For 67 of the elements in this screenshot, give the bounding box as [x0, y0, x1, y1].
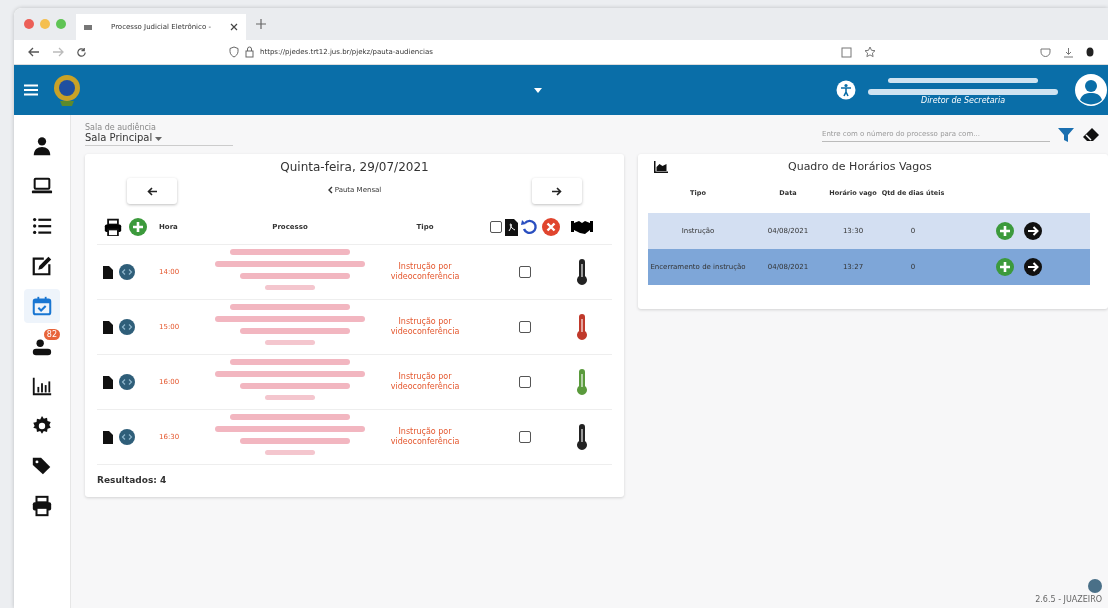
menu-icon[interactable]: [24, 84, 38, 96]
code-icon[interactable]: [119, 374, 135, 390]
row-checkbox[interactable]: [519, 321, 531, 333]
handshake-icon[interactable]: [571, 219, 593, 235]
notification-badge: 82: [43, 329, 60, 340]
caret-icon[interactable]: [534, 87, 542, 93]
calendar-icon: [31, 295, 53, 317]
shield-icon: [229, 46, 239, 58]
extension-icon[interactable]: [1086, 47, 1094, 57]
hearing-type: Instrução por videoconferência: [389, 316, 461, 338]
arrow-right-icon[interactable]: [1024, 258, 1042, 276]
arrow-right-icon[interactable]: [1024, 222, 1042, 240]
code-icon[interactable]: [119, 264, 135, 280]
emblem-icon: [52, 73, 82, 107]
document-icon[interactable]: [103, 265, 113, 279]
tags-icon: [31, 455, 53, 477]
caret-icon: [155, 137, 163, 141]
code-icon[interactable]: [119, 319, 135, 335]
back-icon[interactable]: [28, 47, 40, 57]
edit-icon: [31, 255, 53, 277]
document-icon[interactable]: [103, 320, 113, 334]
window-controls-icon[interactable]: [24, 19, 66, 29]
print-icon: [31, 495, 53, 517]
arrow-right-icon: [552, 186, 562, 196]
reload-icon[interactable]: [76, 46, 87, 58]
hearing-type: Instrução por videoconferência: [389, 261, 461, 283]
star-icon[interactable]: [864, 46, 876, 58]
hearing-type: Instrução por videoconferência: [389, 371, 461, 393]
undo-icon[interactable]: [521, 218, 539, 236]
lock-icon: [245, 46, 254, 58]
new-tab-icon[interactable]: [256, 19, 266, 29]
room-select[interactable]: Sala de audiência Sala Principal: [85, 123, 233, 146]
add-icon[interactable]: [996, 222, 1014, 240]
row-checkbox[interactable]: [519, 376, 531, 388]
results-count: Resultados: 4: [97, 475, 167, 485]
arrow-left-icon: [147, 186, 157, 196]
accessibility-icon[interactable]: [836, 80, 856, 100]
cancel-icon[interactable]: [542, 218, 560, 236]
chevron-left-icon: [327, 186, 333, 194]
version-label: 2.6.5 - JUAZEIRO: [1035, 595, 1102, 604]
eraser-icon[interactable]: [1082, 126, 1100, 143]
user-role: Diretor de Secretaria: [920, 95, 1006, 105]
pocket-icon[interactable]: [1040, 46, 1051, 58]
status-icon: [1088, 579, 1102, 593]
add-icon[interactable]: [996, 258, 1014, 276]
bar-chart-icon: [31, 375, 53, 397]
select-all-checkbox[interactable]: [490, 221, 502, 233]
person-icon: [31, 135, 53, 157]
close-icon[interactable]: [230, 23, 238, 31]
hearing-type: Instrução por videoconferência: [389, 426, 461, 448]
avatar-icon[interactable]: [1074, 73, 1108, 107]
reader-icon[interactable]: [841, 46, 852, 58]
document-icon[interactable]: [103, 375, 113, 389]
favicon-icon: [84, 24, 92, 30]
code-icon[interactable]: [119, 429, 135, 445]
add-icon[interactable]: [129, 218, 147, 236]
row-checkbox[interactable]: [519, 266, 531, 278]
area-chart-icon: [654, 160, 668, 173]
card-title: Quadro de Horários Vagos: [788, 160, 932, 173]
row-checkbox[interactable]: [519, 431, 531, 443]
pdf-icon[interactable]: [505, 218, 518, 236]
document-icon[interactable]: [103, 430, 113, 444]
agenda-date: Quinta-feira, 29/07/2021: [280, 160, 429, 174]
download-icon[interactable]: [1063, 46, 1074, 58]
filter-icon[interactable]: [1058, 126, 1074, 143]
print-icon[interactable]: [103, 218, 123, 236]
list-icon: [31, 215, 53, 237]
